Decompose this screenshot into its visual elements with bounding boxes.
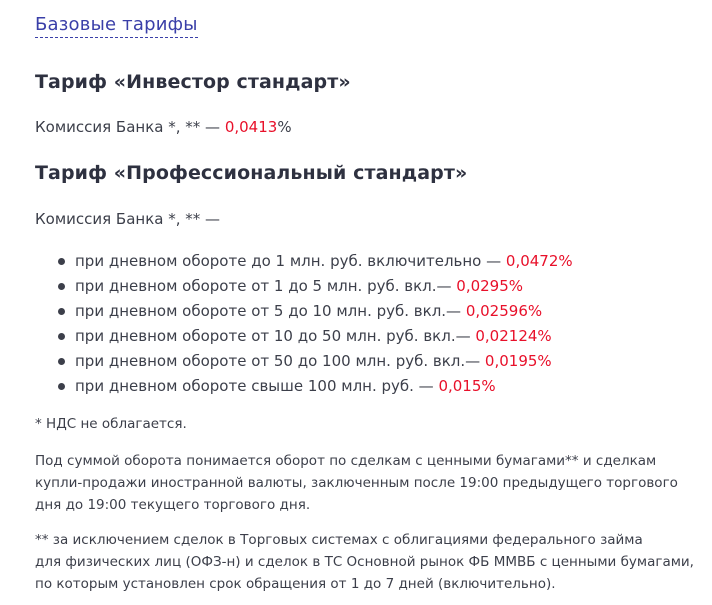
tariff-investor-title: Тариф «Инвестор стандарт» [35,71,351,93]
exclusion-line: для физических лиц (ОФЗ-н) и сделок в ТС… [35,554,694,570]
rate-condition: при дневном обороте от 50 до 100 млн. ру… [75,352,485,370]
list-item: при дневном обороте от 10 до 50 млн. руб… [58,324,573,349]
investor-commission-line: Комиссия Банка *, ** — 0,0413% [35,117,292,137]
list-item: при дневном обороте от 50 до 100 млн. ру… [58,349,573,374]
commission-label: Комиссия Банка [35,118,164,136]
exclusion-line: ** за исключением сделок в Торговых сист… [35,532,643,548]
list-item: при дневном обороте от 5 до 10 млн. руб.… [58,299,573,324]
commission-label: Комиссия Банка [35,210,164,228]
list-item: при дневном обороте до 1 млн. руб. включ… [58,249,573,274]
rate-value: 0,0472% [505,252,573,270]
rate-condition: при дневном обороте от 5 до 10 млн. руб.… [75,302,466,320]
commission-marks: *, ** — [163,210,221,228]
exclusion-line: по которым установлен срок обращения от … [35,576,556,592]
rate-condition: при дневном обороте свыше 100 млн. руб. … [75,377,439,395]
turnover-rate-list: при дневном обороте до 1 млн. руб. включ… [58,249,573,399]
rate-condition: при дневном обороте до 1 млн. руб. включ… [75,252,506,270]
vat-note: * НДС не облагается. [35,416,187,432]
professional-commission-line: Комиссия Банка *, ** — [35,209,220,229]
investor-rate-suffix: % [277,118,292,136]
list-item: при дневном обороте свыше 100 млн. руб. … [58,374,573,399]
tariff-professional-title: Тариф «Профессиональный стандарт» [35,162,468,184]
rate-value: 0,0195% [484,352,552,370]
rate-condition: при дневном обороте от 10 до 50 млн. руб… [75,327,476,345]
base-tariffs-link[interactable]: Базовые тарифы [35,13,198,38]
turnover-note: Под суммой оборота понимается оборот по … [35,453,678,513]
rate-value: 0,02124% [475,327,552,345]
list-item: при дневном обороте от 1 до 5 млн. руб. … [58,274,573,299]
rate-value: 0,0295% [456,277,524,295]
investor-rate: 0,0413 [224,118,278,136]
commission-marks: *, ** — [163,118,225,136]
rate-condition: при дневном обороте от 1 до 5 млн. руб. … [75,277,457,295]
rate-value: 0,015% [438,377,496,395]
exclusion-note: ** за исключением сделок в Торговых сист… [35,529,705,595]
rate-value: 0,02596% [465,302,543,320]
